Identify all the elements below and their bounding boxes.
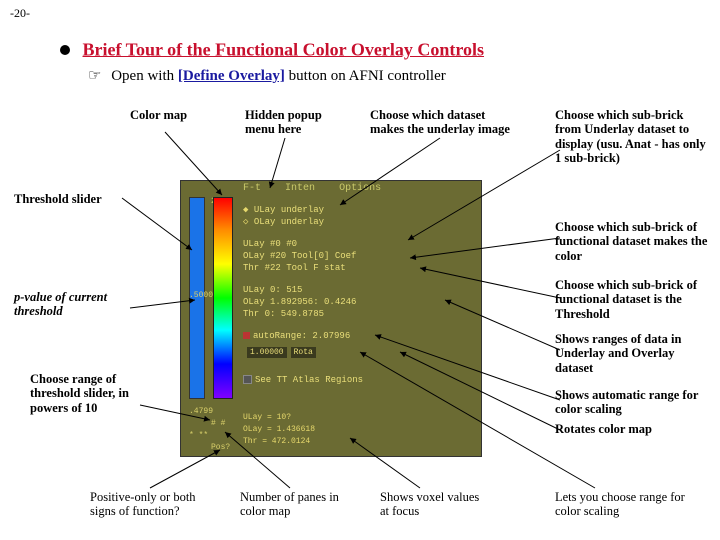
sub-suffix: button on AFNI controller	[289, 68, 446, 84]
rota-row: 1.00000Rota	[243, 347, 477, 359]
olay-diamond: ◇ OLay underlay	[243, 217, 477, 229]
hand-icon: ☞	[88, 68, 101, 84]
colormap-bar	[213, 197, 233, 399]
label-shows-auto: Shows automatic range for color scaling	[555, 388, 710, 417]
label-rotates: Rotates color map	[555, 422, 710, 436]
label-choose-sub-anat: Choose which sub-brick from Underlay dat…	[555, 108, 710, 166]
label-voxel: Shows voxel values at focus	[380, 490, 485, 519]
star-label: * **	[189, 431, 208, 440]
label-choose-sub-func: Choose which sub-brick of functional dat…	[555, 220, 710, 263]
bot-olay: OLay = 1.436618	[243, 425, 315, 434]
label-colormap: Color map	[130, 108, 187, 122]
range-ulay: ULay 0: 515	[243, 285, 477, 297]
ulay-select: ULay #0 #0	[243, 239, 477, 251]
label-shows-ranges: Shows ranges of data in Underlay and Ove…	[555, 332, 710, 375]
thr-select: Thr #22 Tool F stat	[243, 263, 477, 275]
bullet-icon	[60, 45, 70, 55]
sub-prefix: Open with	[111, 68, 178, 84]
range-thr: Thr 0: 549.8785	[243, 309, 477, 321]
page-title: Brief Tour of the Functional Color Overl…	[83, 39, 485, 59]
title-row: Brief Tour of the Functional Color Overl…	[60, 38, 484, 60]
label-choose-sub-thr: Choose which sub-brick of functional dat…	[555, 278, 710, 321]
label-choose-dataset: Choose which dataset makes the underlay …	[370, 108, 520, 137]
label-threshold-slider: Threshold slider	[14, 192, 102, 206]
define-overlay-link: [Define Overlay]	[178, 68, 285, 84]
olay-select: OLay #20 Tool[0] Coef	[243, 251, 477, 263]
label-panes: Number of panes in color map	[240, 490, 360, 519]
menu-ft: F-t	[243, 183, 261, 194]
posq-label: Pos?	[211, 443, 230, 452]
pval-low: .4799	[189, 407, 213, 416]
autorange-row: autoRange: 2.07996	[243, 331, 477, 343]
bot-thr: Thr = 472.0124	[243, 437, 310, 446]
label-pos-only: Positive-only or both signs of function?	[90, 490, 220, 519]
label-hidden-popup: Hidden popup menu here	[245, 108, 335, 137]
range-olay: OLay 1.892956: 0.4246	[243, 297, 477, 309]
bot-ulay: ULay = 10?	[243, 413, 291, 422]
menu-inten: Inten	[285, 183, 315, 194]
menu-options: Options	[339, 183, 381, 194]
ulay-diamond: ◆ ULay underlay	[243, 205, 477, 217]
checkbox-icon	[243, 332, 250, 339]
sub-row: ☞ Open with [Define Overlay] button on A…	[88, 66, 446, 85]
panel-menus: F-t Inten Options	[243, 183, 399, 194]
hash-label: # #	[211, 419, 225, 428]
page-number: -20-	[10, 6, 30, 21]
label-lets-range: Lets you choose range for color scaling	[555, 490, 705, 519]
label-range-slider: Choose range of threshold slider, in pow…	[30, 372, 150, 415]
atlas-row: See TT Atlas Regions	[243, 375, 477, 387]
checkbox-icon	[243, 375, 252, 384]
label-pvalue: p-value of current threshold	[14, 290, 134, 319]
pval-num: .5000	[189, 291, 213, 300]
afni-overlay-panel: F-t Inten Options 2.00 ◆ ULay underlay ◇…	[180, 180, 482, 457]
